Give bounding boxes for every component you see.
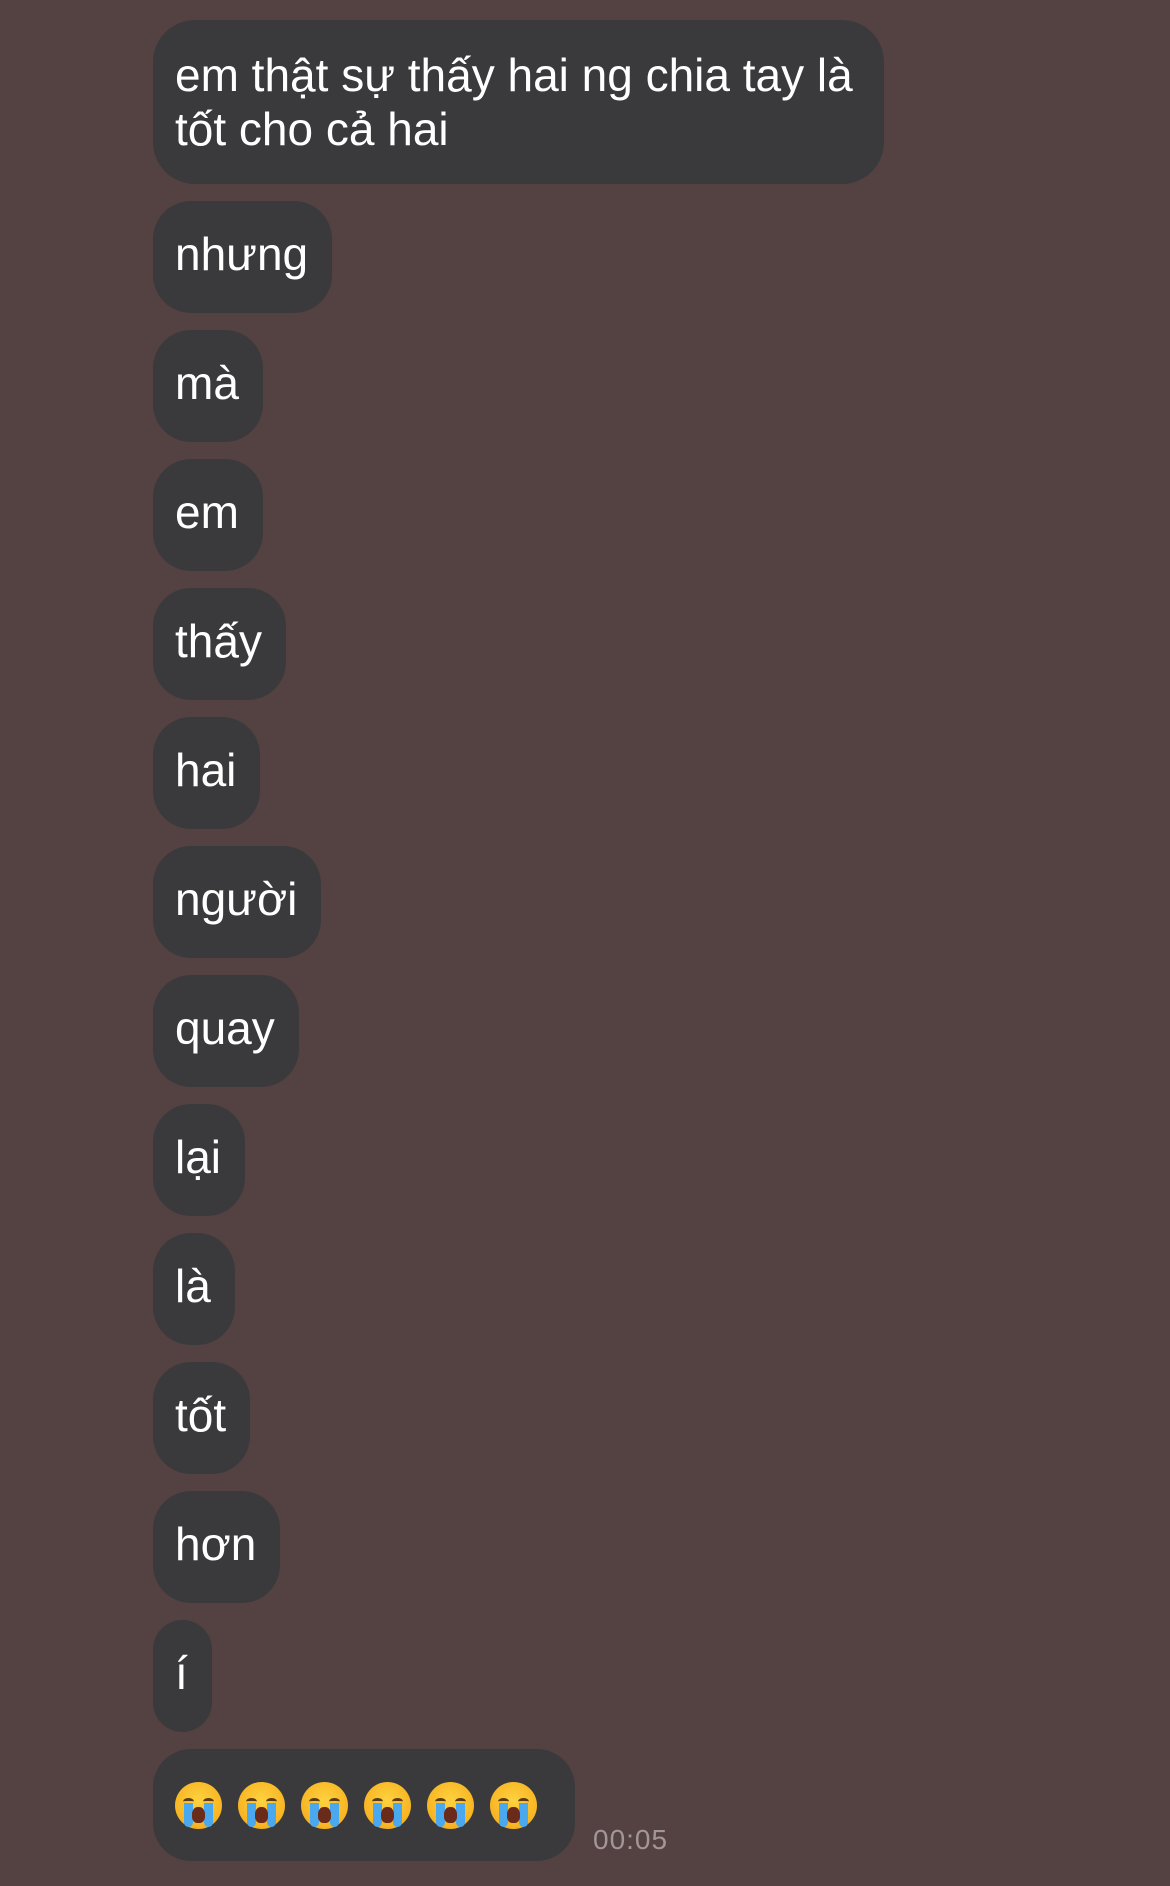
- message-bubble[interactable]: tốt: [153, 1362, 251, 1474]
- message-bubble[interactable]: nhưng: [153, 201, 333, 313]
- message-bubble[interactable]: hơn: [153, 1491, 281, 1603]
- message-bubble[interactable]: lại: [153, 1104, 246, 1216]
- message-bubble[interactable]: em: [153, 459, 263, 571]
- loudly-crying-face-icon: [175, 1781, 222, 1829]
- message-bubble[interactable]: em thật sự thấy hai ng chia tay là tốt c…: [153, 20, 884, 184]
- emoji-message-bubble[interactable]: [153, 1749, 575, 1861]
- message-bubble[interactable]: người: [153, 846, 322, 958]
- message-bubble[interactable]: là: [153, 1233, 235, 1345]
- loudly-crying-face-icon: [490, 1781, 537, 1829]
- message-timestamp: 00:05: [593, 1824, 669, 1855]
- message-bubble[interactable]: thấy: [153, 588, 286, 700]
- loudly-crying-face-icon: [364, 1781, 411, 1829]
- loudly-crying-face-icon: [238, 1781, 285, 1829]
- message-bubble[interactable]: quay: [153, 975, 299, 1087]
- chat-thread: em thật sự thấy hai ng chia tay là tốt c…: [153, 20, 913, 1878]
- message-bubble[interactable]: mà: [153, 330, 263, 442]
- loudly-crying-face-icon: [301, 1781, 348, 1829]
- loudly-crying-face-icon: [427, 1781, 474, 1829]
- message-bubble[interactable]: hai: [153, 717, 261, 829]
- message-bubble[interactable]: í: [153, 1620, 212, 1732]
